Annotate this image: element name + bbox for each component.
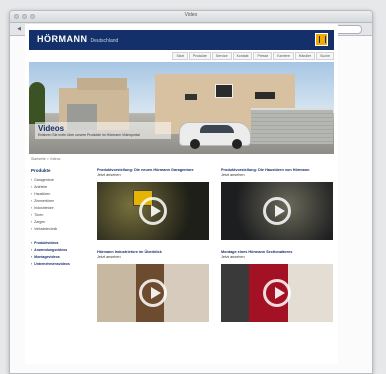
video-card[interactable]: Produktvorstellung: Die neuen Hörmann Ga… — [97, 168, 209, 240]
nav-item[interactable]: Start — [172, 52, 188, 60]
logo-text: HÖRMANN — [37, 34, 88, 44]
web-page: HÖRMANN Deutschland Start Produkte Servic… — [25, 24, 338, 364]
sidebar-link[interactable]: Produktvideos — [31, 240, 93, 247]
site-header: HÖRMANN Deutschland — [29, 30, 334, 50]
video-card[interactable]: Hörmann Industrietore im Überblick Jetzt … — [97, 250, 209, 322]
video-thumbnail[interactable] — [97, 182, 209, 240]
hero-garage-door — [251, 108, 333, 144]
sidebar-link[interactable]: Unternehmensvideos — [31, 261, 93, 268]
sidebar-item[interactable]: Zimmertüren — [31, 198, 93, 205]
sidebar-item[interactable]: Türen — [31, 212, 93, 219]
breadcrumb[interactable]: Startseite > Videos — [31, 157, 332, 161]
sidebar-item[interactable]: Verladetechnik — [31, 226, 93, 233]
sidebar-heading: Produkte — [31, 168, 51, 173]
brand-mark-icon — [315, 33, 328, 46]
play-icon[interactable] — [139, 197, 167, 225]
video-thumbnail[interactable] — [221, 182, 333, 240]
logo-subtitle: Deutschland — [90, 38, 119, 44]
nav-item[interactable]: Karriere — [273, 52, 294, 60]
video-thumbnail[interactable] — [97, 264, 209, 322]
hero-banner: Videos Erfahren Sie mehr über unsere Pro… — [29, 62, 334, 154]
video-card[interactable]: Montage eines Hörmann Sectionaltores Jetz… — [221, 250, 333, 322]
back-icon[interactable]: ◀ — [16, 26, 22, 32]
nav-item[interactable]: Händler — [294, 52, 316, 60]
video-title[interactable]: Montage eines Hörmann Sectionaltores Jetz… — [221, 250, 333, 264]
hero-title: Videos — [38, 124, 65, 133]
sidebar-item[interactable]: Zargen — [31, 219, 93, 226]
video-title[interactable]: Produktvorstellung: Die neuen Hörmann Ga… — [97, 168, 209, 182]
sidebar-item[interactable]: Garagentore — [31, 177, 93, 184]
hero-tree — [29, 82, 45, 124]
sidebar-item[interactable]: Antriebe — [31, 184, 93, 191]
play-icon[interactable] — [263, 197, 291, 225]
video-subtitle: Jetzt ansehen — [221, 255, 245, 259]
video-subtitle: Jetzt ansehen — [97, 173, 121, 177]
site-logo[interactable]: HÖRMANN Deutschland — [37, 34, 118, 44]
video-title[interactable]: Hörmann Industrietore im Überblick Jetzt … — [97, 250, 209, 264]
hero-car — [179, 122, 251, 149]
nav-item[interactable]: Suche — [316, 52, 334, 60]
play-icon[interactable] — [139, 279, 167, 307]
title-bar: Video — [10, 11, 372, 23]
video-title-text: Produktvorstellung: Die Haustüren von Hö… — [221, 168, 310, 172]
video-thumbnail[interactable] — [221, 264, 333, 322]
video-subtitle: Jetzt ansehen — [221, 173, 245, 177]
sidebar-item[interactable]: Industrietore — [31, 205, 93, 212]
nav-item[interactable]: Produkte — [188, 52, 211, 60]
hero-caption: Videos Erfahren Sie mehr über unsere Pro… — [35, 122, 171, 139]
video-title-text: Hörmann Industrietore im Überblick — [97, 250, 162, 254]
nav-item[interactable]: Presse — [253, 52, 273, 60]
hero-subtitle: Erfahren Sie mehr über unsere Produkte i… — [38, 133, 140, 137]
video-title-text: Montage eines Hörmann Sectionaltores — [221, 250, 293, 254]
sidebar-link[interactable]: Anwendungsvideos — [31, 247, 93, 254]
video-card[interactable]: Produktvorstellung: Die Haustüren von Hö… — [221, 168, 333, 240]
video-subtitle: Jetzt ansehen — [97, 255, 121, 259]
play-icon[interactable] — [263, 279, 291, 307]
top-navigation: Start Produkte Service Kontakt Presse Ka… — [25, 52, 338, 62]
window-title: Video — [184, 12, 198, 18]
sidebar-item[interactable]: Haustüren — [31, 191, 93, 198]
sidebar: Produkte Garagentore Antriebe Haustüren … — [31, 168, 93, 268]
video-title[interactable]: Produktvorstellung: Die Haustüren von Hö… — [221, 168, 333, 182]
nav-item[interactable]: Kontakt — [232, 52, 253, 60]
sidebar-link[interactable]: Montagevideos — [31, 254, 93, 261]
nav-item[interactable]: Service — [211, 52, 232, 60]
video-title-text: Produktvorstellung: Die neuen Hörmann Ga… — [97, 168, 194, 172]
